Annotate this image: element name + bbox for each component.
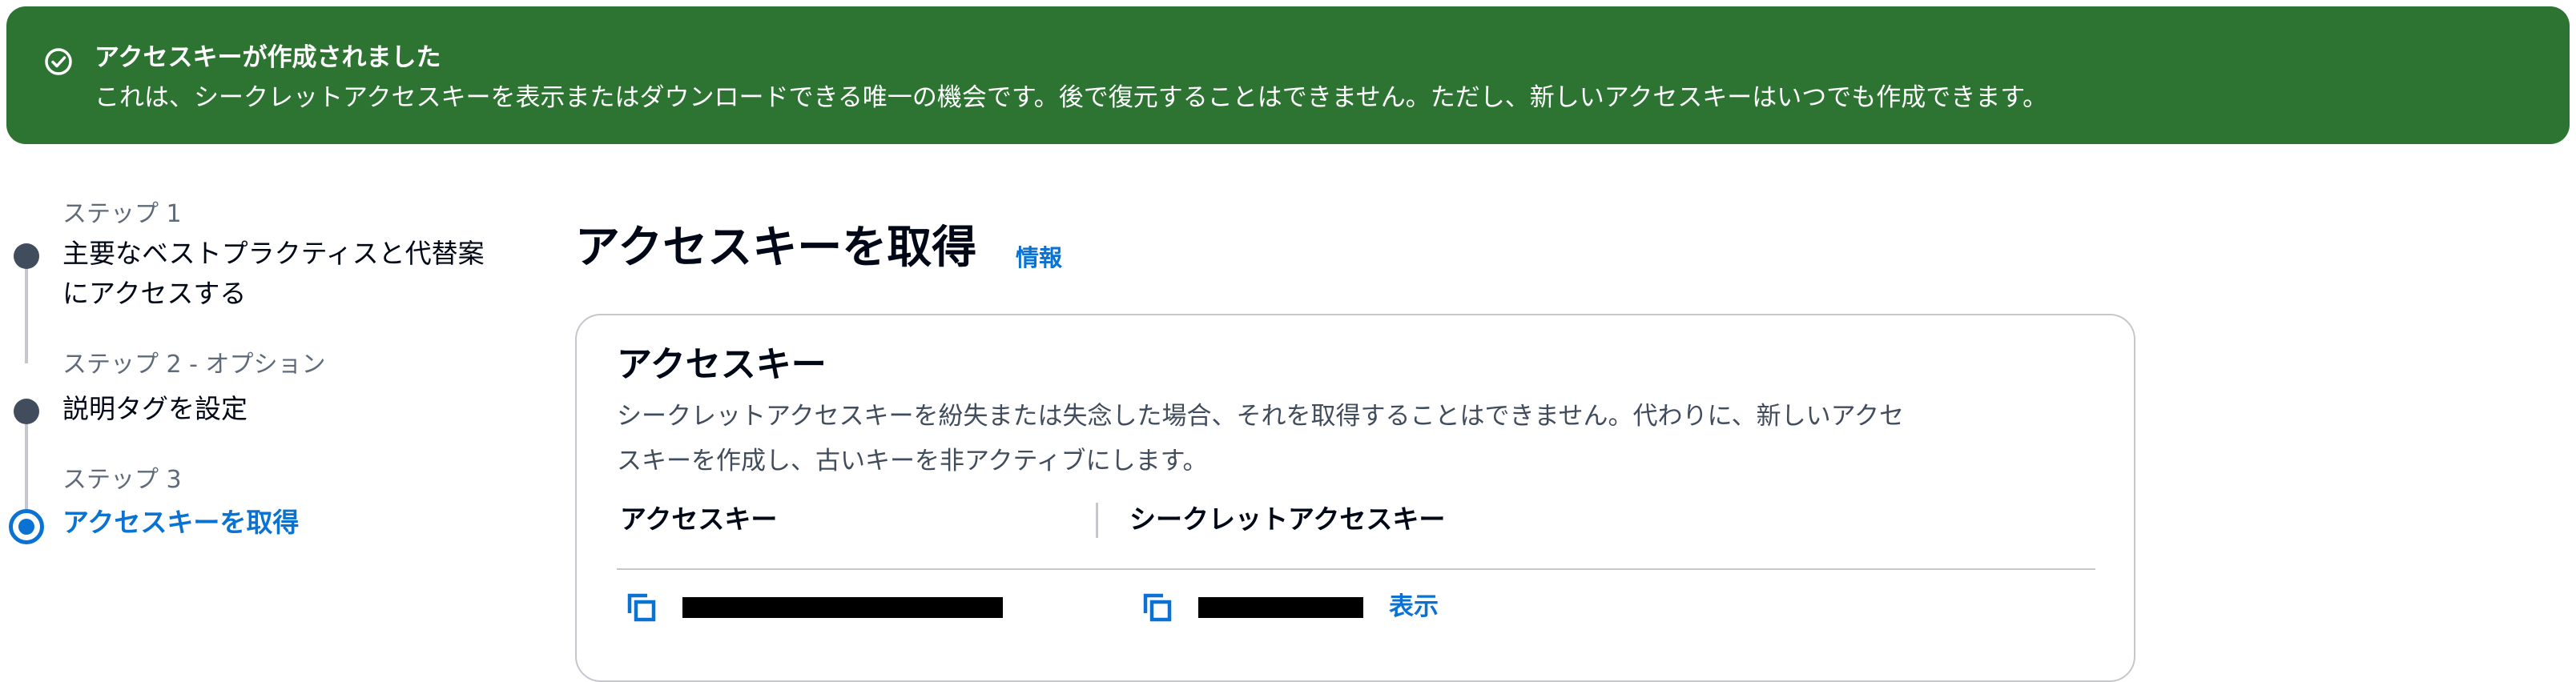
description-line: シークレットアクセスキーを紛失または失念した場合、それを取得することはできません…	[617, 402, 1905, 431]
step-connector	[25, 263, 28, 363]
success-flash-banner: アクセスキーが作成されました これは、シークレットアクセスキーを表示またはダウン…	[6, 6, 2570, 144]
step-2-caption: ステップ 2 - オプション	[62, 351, 326, 379]
step-2-indicator	[14, 399, 39, 424]
page-title: アクセスキーを取得	[575, 222, 977, 274]
column-divider	[1096, 503, 1098, 538]
step-2-link[interactable]: 説明タグを設定	[62, 389, 248, 429]
column-header-secret-key: シークレットアクセスキー	[1129, 503, 1446, 535]
access-key-value-masked	[682, 597, 1003, 618]
step-1-link[interactable]: 主要なベストプラクティスと代替案 にアクセスする	[62, 234, 485, 314]
step-3-indicator-active	[9, 509, 44, 544]
step-connector	[25, 424, 28, 519]
flash-message: これは、シークレットアクセスキーを表示またはダウンロードできる唯一の機会です。後…	[95, 83, 2048, 112]
copy-icon[interactable]	[622, 588, 660, 626]
step-1-indicator	[14, 243, 39, 269]
step-3-title: アクセスキーを取得	[62, 507, 300, 538]
access-key-panel: アクセスキー シークレットアクセスキーを紛失または失念した場合、それを取得するこ…	[575, 314, 2135, 682]
info-link[interactable]: 情報	[1016, 242, 1062, 274]
description-line: スキーを作成し、古いキーを非アクティブにします。	[617, 447, 1208, 475]
secret-key-value-masked	[1198, 597, 1363, 618]
panel-title: アクセスキー	[617, 344, 827, 385]
table-row-divider	[617, 568, 2095, 570]
wizard-steps-nav: ステップ 1 主要なベストプラクティスと代替案 にアクセスする ステップ 2 -…	[0, 192, 545, 560]
step-1-title-line: 主要なベストプラクティスと代替案	[62, 238, 485, 269]
panel-description: シークレットアクセスキーを紛失または失念した場合、それを取得することはできません…	[617, 394, 2107, 483]
step-1-title-line: にアクセスする	[62, 278, 247, 309]
check-circle-icon	[45, 48, 72, 75]
show-secret-key-link[interactable]: 表示	[1389, 589, 1439, 624]
flash-title: アクセスキーが作成されました	[95, 43, 441, 72]
step-1-caption: ステップ 1	[62, 200, 182, 228]
copy-icon[interactable]	[1137, 588, 1176, 626]
step-3-caption: ステップ 3	[62, 466, 182, 494]
column-header-access-key: アクセスキー	[620, 503, 778, 535]
